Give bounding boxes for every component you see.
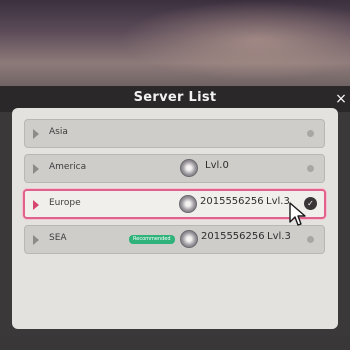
chevron-right-icon [33, 200, 39, 210]
server-name: Europe [49, 198, 81, 208]
avatar-icon [180, 159, 198, 177]
background-glow [120, 0, 350, 80]
avatar-icon [180, 230, 198, 248]
server-name: America [49, 162, 87, 172]
server-level: Lvl.0 [205, 160, 229, 171]
server-level: Lvl.3 [267, 231, 291, 242]
server-level: Lvl.3 [266, 196, 290, 207]
avatar-icon [179, 195, 197, 213]
server-row-asia[interactable]: Asia [24, 119, 325, 148]
status-dot-icon [307, 165, 314, 172]
server-row-europe[interactable]: Europe 2015556256 Lvl.3 ✓ [23, 189, 326, 219]
player-uid: 2015556256 [201, 231, 265, 242]
mouse-pointer-icon [289, 202, 306, 226]
dialog-title: Server List [133, 90, 217, 105]
status-dot-icon [307, 236, 314, 243]
status-dot-icon [307, 130, 314, 137]
server-row-sea[interactable]: SEA Recommended 2015556256 Lvl.3 [24, 225, 325, 254]
close-icon[interactable]: × [332, 90, 350, 108]
player-uid: 2015556256 [200, 196, 264, 207]
chevron-right-icon [33, 129, 39, 139]
server-row-america[interactable]: America Lvl.0 [24, 154, 325, 183]
chevron-right-icon [33, 235, 39, 245]
server-name: SEA [49, 233, 67, 243]
recommended-badge: Recommended [129, 235, 175, 244]
server-name: Asia [49, 127, 68, 137]
chevron-right-icon [33, 164, 39, 174]
